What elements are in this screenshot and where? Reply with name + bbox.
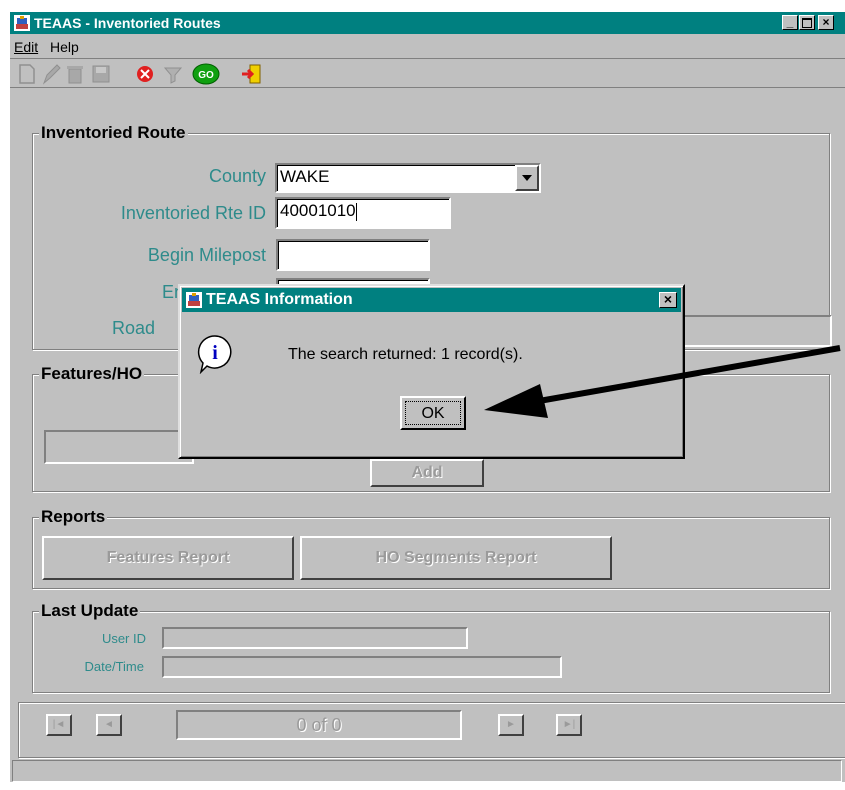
dialog-title-bar: TEAAS Information × [182,288,681,312]
ok-label: OK [405,401,461,425]
inventoried-route-title: Inventoried Route [39,123,188,143]
close-window-button[interactable]: × [818,15,834,30]
maximize-icon [802,18,812,28]
last-update-title: Last Update [39,601,141,621]
title-bar: TEAAS - Inventoried Routes _ × [10,12,845,34]
last-record-icon: ►| [562,719,576,730]
county-select[interactable]: WAKE [275,163,541,193]
status-bar [12,760,842,782]
menu-help[interactable]: Help [50,39,79,55]
begin-milepost-label: Begin Milepost [147,245,266,265]
minimize-button[interactable]: _ [782,15,798,30]
maximize-button[interactable] [799,15,815,30]
window-title: TEAAS - Inventoried Routes [34,15,221,31]
features-report-button[interactable]: Features Report [42,536,294,580]
dialog-close-button[interactable]: × [659,292,677,308]
chevron-down-icon [522,175,532,181]
record-counter: 0 of 0 [176,710,462,740]
datetime-label: Date/Time [84,659,144,674]
first-record-icon: |◄ [52,719,66,730]
save-icon[interactable] [90,63,112,85]
delete-icon[interactable] [64,63,86,85]
county-label: County [208,166,266,186]
rte-id-label: Inventoried Rte ID [120,203,266,223]
user-id-field [162,627,468,649]
clear-icon[interactable] [162,63,184,85]
user-id-label: User ID [101,631,146,646]
menu-help-label: Help [50,39,79,55]
exit-icon[interactable] [240,63,262,85]
go-icon[interactable]: GO [192,63,220,85]
app-icon [14,15,30,31]
minimize-icon: _ [786,15,794,29]
next-record-button[interactable]: ► [498,714,524,736]
reports-title: Reports [39,507,108,527]
add-button[interactable]: Add [370,459,484,487]
next-record-icon: ► [506,719,516,730]
last-update-group: Last Update [32,601,830,693]
last-record-button[interactable]: ►| [556,714,582,736]
ho-segments-report-button[interactable]: HO Segments Report [300,536,612,580]
previous-record-icon: ◄ [104,719,114,730]
svg-text:i: i [212,342,218,364]
close-icon: × [663,291,673,307]
rte-id-input[interactable]: 40001010 [275,197,451,229]
previous-record-button[interactable]: ◄ [96,714,122,736]
annotation-arrow [484,345,841,418]
ok-button[interactable]: OK [400,396,466,430]
edit-icon[interactable] [40,63,62,85]
menu-bar: Edit Help [10,35,845,57]
new-icon[interactable] [16,63,38,85]
county-value: WAKE [280,167,330,186]
datetime-field [162,656,562,678]
dialog-title: TEAAS Information [206,291,353,308]
toolbar: GO [10,58,845,88]
begin-milepost-input[interactable] [276,239,430,271]
rte-id-value: 40001010 [280,201,356,220]
county-dropdown-button[interactable] [515,165,539,191]
cancel-icon[interactable] [134,63,156,85]
menu-edit[interactable]: Edit [14,39,38,55]
close-icon: × [822,15,830,29]
go-label: GO [198,70,214,81]
first-record-button[interactable]: |◄ [46,714,72,736]
features-ho-title: Features/HO [39,364,145,384]
features-field [44,430,194,464]
info-icon: i [197,335,232,374]
menu-edit-label: Edit [14,39,39,55]
app-icon [186,292,202,308]
text-cursor [355,202,357,221]
